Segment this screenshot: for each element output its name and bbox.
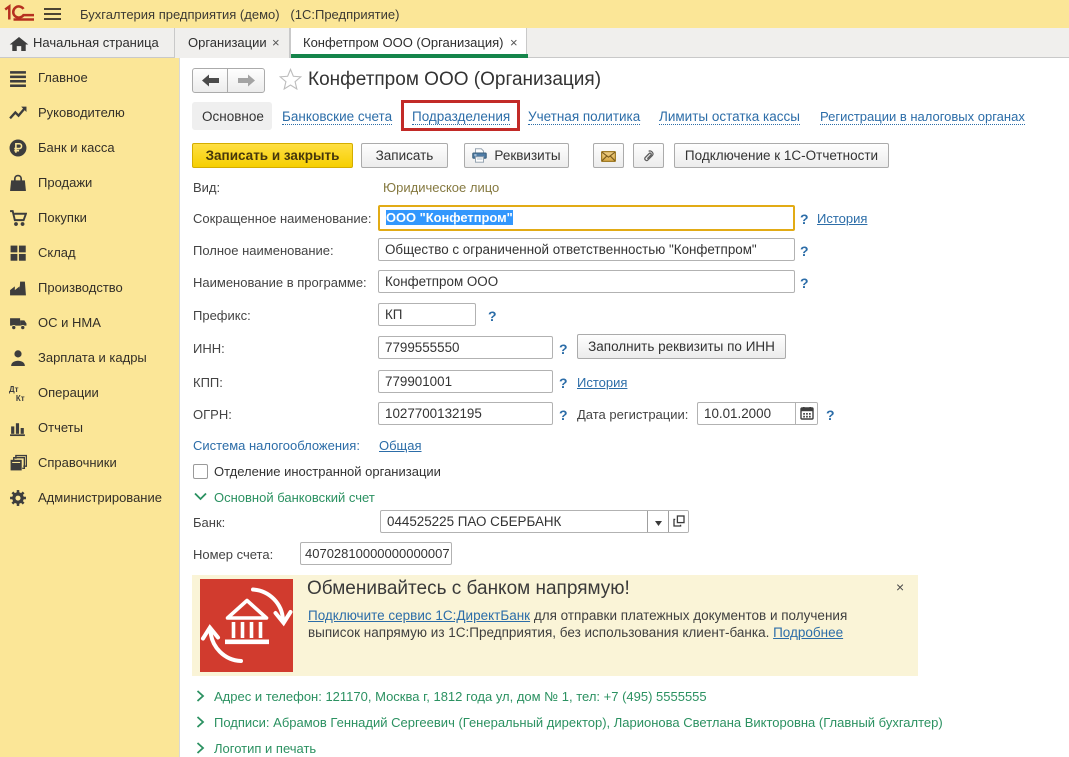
svg-text:Кт: Кт: [16, 394, 25, 402]
svg-text:Дт: Дт: [9, 385, 19, 394]
